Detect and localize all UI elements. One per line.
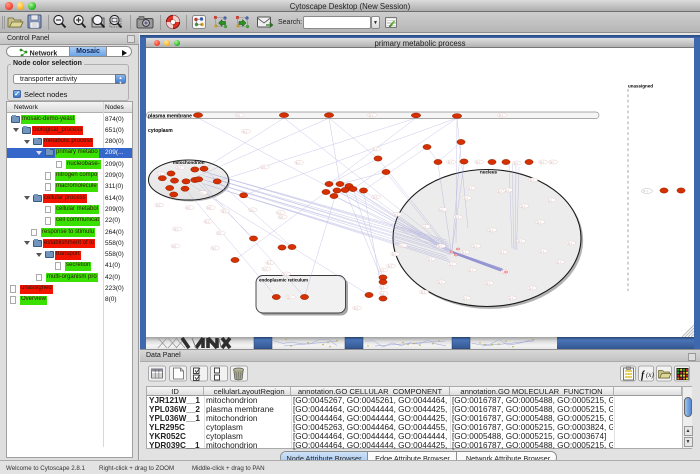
- svg-text:[y.]: [y.]: [174, 227, 178, 231]
- svg-text:[tr..]: [tr..]: [643, 189, 648, 193]
- svg-text:[y.]: [y.]: [177, 166, 181, 170]
- svg-text:[y.]: [y.]: [428, 257, 432, 261]
- svg-text:[y.]: [y.]: [400, 243, 404, 247]
- svg-text:mitochondrion: mitochondrion: [173, 160, 205, 165]
- svg-text:[y.]: [y.]: [486, 281, 490, 285]
- svg-text:cytoplasm: cytoplasm: [148, 128, 173, 134]
- svg-text:[y.]: [y.]: [388, 264, 392, 268]
- svg-text:[y.]: [y.]: [499, 113, 503, 117]
- svg-text:[y.]: [y.]: [521, 204, 525, 208]
- svg-text:[y.]: [y.]: [421, 290, 425, 294]
- svg-text:[y.]: [y.]: [267, 261, 271, 265]
- svg-text:[y.]: [y.]: [380, 292, 384, 296]
- svg-text:[y.]: [y.]: [489, 228, 493, 232]
- svg-text:[y.]: [y.]: [514, 161, 518, 165]
- svg-text:[y.]: [y.]: [518, 239, 522, 243]
- svg-text:[y.]: [y.]: [277, 211, 281, 215]
- svg-text:[y.]: [y.]: [156, 203, 160, 207]
- svg-text:[y.]: [y.]: [250, 208, 254, 212]
- svg-text:[y.]: [y.]: [380, 268, 384, 272]
- svg-text:[y.]: [y.]: [548, 198, 552, 202]
- svg-text:[y.]: [y.]: [469, 268, 473, 272]
- svg-text:[y.]: [y.]: [557, 260, 561, 264]
- svg-text:[y.]: [y.]: [464, 196, 468, 200]
- svg-text:(x): (x): [646, 371, 654, 379]
- svg-text:[y.]: [y.]: [172, 244, 176, 248]
- svg-text:[y.]: [y.]: [217, 231, 221, 235]
- svg-text:[y.]: [y.]: [236, 113, 240, 117]
- svg-text:[y.]: [y.]: [455, 215, 459, 219]
- svg-text:[y.]: [y.]: [476, 160, 480, 164]
- svg-text:[y.]: [y.]: [473, 244, 477, 248]
- svg-text:[y.]: [y.]: [200, 191, 204, 195]
- svg-text:[y.]: [y.]: [288, 295, 292, 299]
- svg-text:nucleus: nucleus: [480, 170, 498, 175]
- svg-text:[y.]: [y.]: [392, 252, 396, 256]
- svg-text:[y.]: [y.]: [369, 113, 373, 117]
- svg-text:[y.]: [y.]: [529, 286, 533, 290]
- svg-text:[y.]: [y.]: [440, 207, 444, 211]
- svg-text:[y.]: [y.]: [354, 306, 358, 310]
- svg-text:[y.]: [y.]: [222, 209, 226, 213]
- svg-text:[y.]: [y.]: [462, 250, 466, 254]
- svg-text:[y.]: [y.]: [509, 296, 513, 300]
- svg-text:[y.]: [y.]: [463, 296, 467, 300]
- svg-text:[y.]: [y.]: [448, 160, 452, 164]
- svg-text:[y.]: [y.]: [422, 225, 426, 229]
- svg-text:[y.]: [y.]: [438, 280, 442, 284]
- svg-text:[y.]: [y.]: [530, 178, 534, 182]
- svg-text:[y.]: [y.]: [540, 249, 544, 253]
- svg-text:[y.]: [y.]: [296, 161, 300, 165]
- svg-text:unassigned: unassigned: [628, 84, 653, 89]
- svg-text:[y.]: [y.]: [505, 188, 509, 192]
- svg-text:[y.]: [y.]: [373, 147, 377, 151]
- svg-text:plasma membrane: plasma membrane: [148, 114, 192, 120]
- svg-text:[y.]: [y.]: [279, 215, 283, 219]
- svg-text:[y.]: [y.]: [540, 160, 544, 164]
- svg-text:[y.]: [y.]: [212, 246, 216, 250]
- svg-text:[y.]: [y.]: [186, 206, 190, 210]
- svg-text:[y.]: [y.]: [283, 272, 287, 276]
- svg-text:[y.]: [y.]: [438, 244, 442, 248]
- svg-text:[y.]: [y.]: [157, 172, 161, 176]
- svg-text:[y.]: [y.]: [261, 165, 265, 169]
- svg-text:[y.]: [y.]: [498, 189, 502, 193]
- svg-text:endoplasmic reticulum: endoplasmic reticulum: [259, 278, 308, 283]
- svg-text:[y.]: [y.]: [263, 267, 267, 271]
- svg-text:[y.]: [y.]: [380, 285, 384, 289]
- svg-text:[y.]: [y.]: [373, 195, 377, 199]
- svg-text:[y.]: [y.]: [537, 220, 541, 224]
- svg-text:[y.]: [y.]: [500, 250, 504, 254]
- svg-text:[y.]: [y.]: [207, 206, 211, 210]
- svg-text:[y.]: [y.]: [205, 219, 209, 223]
- svg-text:[y.]: [y.]: [550, 160, 554, 164]
- svg-text:[y.]: [y.]: [243, 129, 247, 133]
- svg-text:[y.]: [y.]: [468, 186, 472, 190]
- svg-text:[y.]: [y.]: [568, 241, 572, 245]
- svg-text:[y.]: [y.]: [449, 262, 453, 266]
- svg-text:[y.]: [y.]: [394, 212, 398, 216]
